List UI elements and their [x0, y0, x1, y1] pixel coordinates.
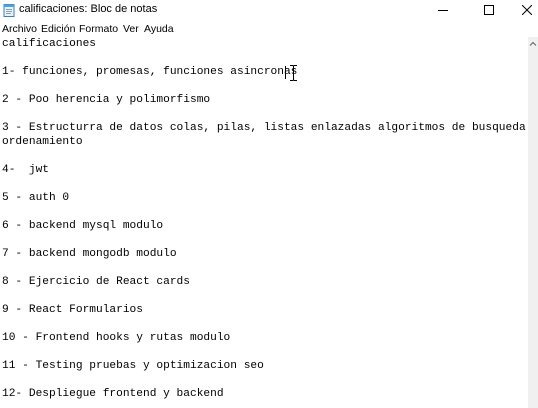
- title-bar[interactable]: calificaciones: Bloc de notas: [0, 0, 538, 20]
- minimize-icon: [438, 10, 448, 11]
- text-line: 11 - Testing pruebas y optimizacion seo: [2, 360, 264, 372]
- text-line: 3 - Estructurra de datos colas, pilas, l…: [2, 122, 527, 134]
- minimize-button[interactable]: [420, 0, 466, 20]
- close-icon: [522, 5, 532, 15]
- notepad-icon: [3, 4, 15, 17]
- maximize-button[interactable]: [466, 0, 512, 20]
- ibeam-cursor-icon: [290, 65, 297, 81]
- text-line: 12- Despliegue frontend y backend: [2, 388, 224, 400]
- text-line: 1- funciones, promesas, funciones asincr…: [2, 66, 298, 78]
- vertical-scrollbar[interactable]: [528, 37, 538, 408]
- text-editor-area[interactable]: calificaciones 1- funciones, promesas, f…: [0, 37, 527, 408]
- menu-ayuda[interactable]: Ayuda: [144, 23, 174, 35]
- text-caret: [285, 66, 286, 79]
- text-line: 2 - Poo herencia y polimorfismo: [2, 94, 211, 106]
- text-line: 4- jwt: [2, 164, 49, 176]
- text-line: 9 - React Formularios: [2, 304, 143, 316]
- text-line: 7 - backend mongodb modulo: [2, 248, 177, 260]
- text-line: 5 - auth 0: [2, 192, 70, 204]
- text-line: 6 - backend mysql modulo: [2, 220, 164, 232]
- menu-bar: Archivo Edición Formato Ver Ayuda: [0, 21, 538, 37]
- menu-formato[interactable]: Formato: [79, 23, 118, 35]
- text-line: 10 - Frontend hooks y rutas modulo: [2, 332, 231, 344]
- notepad-window: calificaciones: Bloc de notas Archivo Ed…: [0, 0, 538, 408]
- text-line: 8 - Ejercicio de React cards: [2, 276, 190, 288]
- menu-edicion[interactable]: Edición: [41, 23, 75, 35]
- text-line: ordenamiento: [2, 136, 83, 148]
- scroll-up-arrow-icon[interactable]: [529, 40, 537, 48]
- window-title: calificaciones: Bloc de notas: [19, 3, 158, 15]
- close-button[interactable]: [512, 0, 538, 20]
- menu-archivo[interactable]: Archivo: [2, 23, 37, 35]
- menu-ver[interactable]: Ver: [123, 23, 139, 35]
- maximize-icon: [484, 5, 494, 15]
- text-line: calificaciones: [2, 38, 96, 50]
